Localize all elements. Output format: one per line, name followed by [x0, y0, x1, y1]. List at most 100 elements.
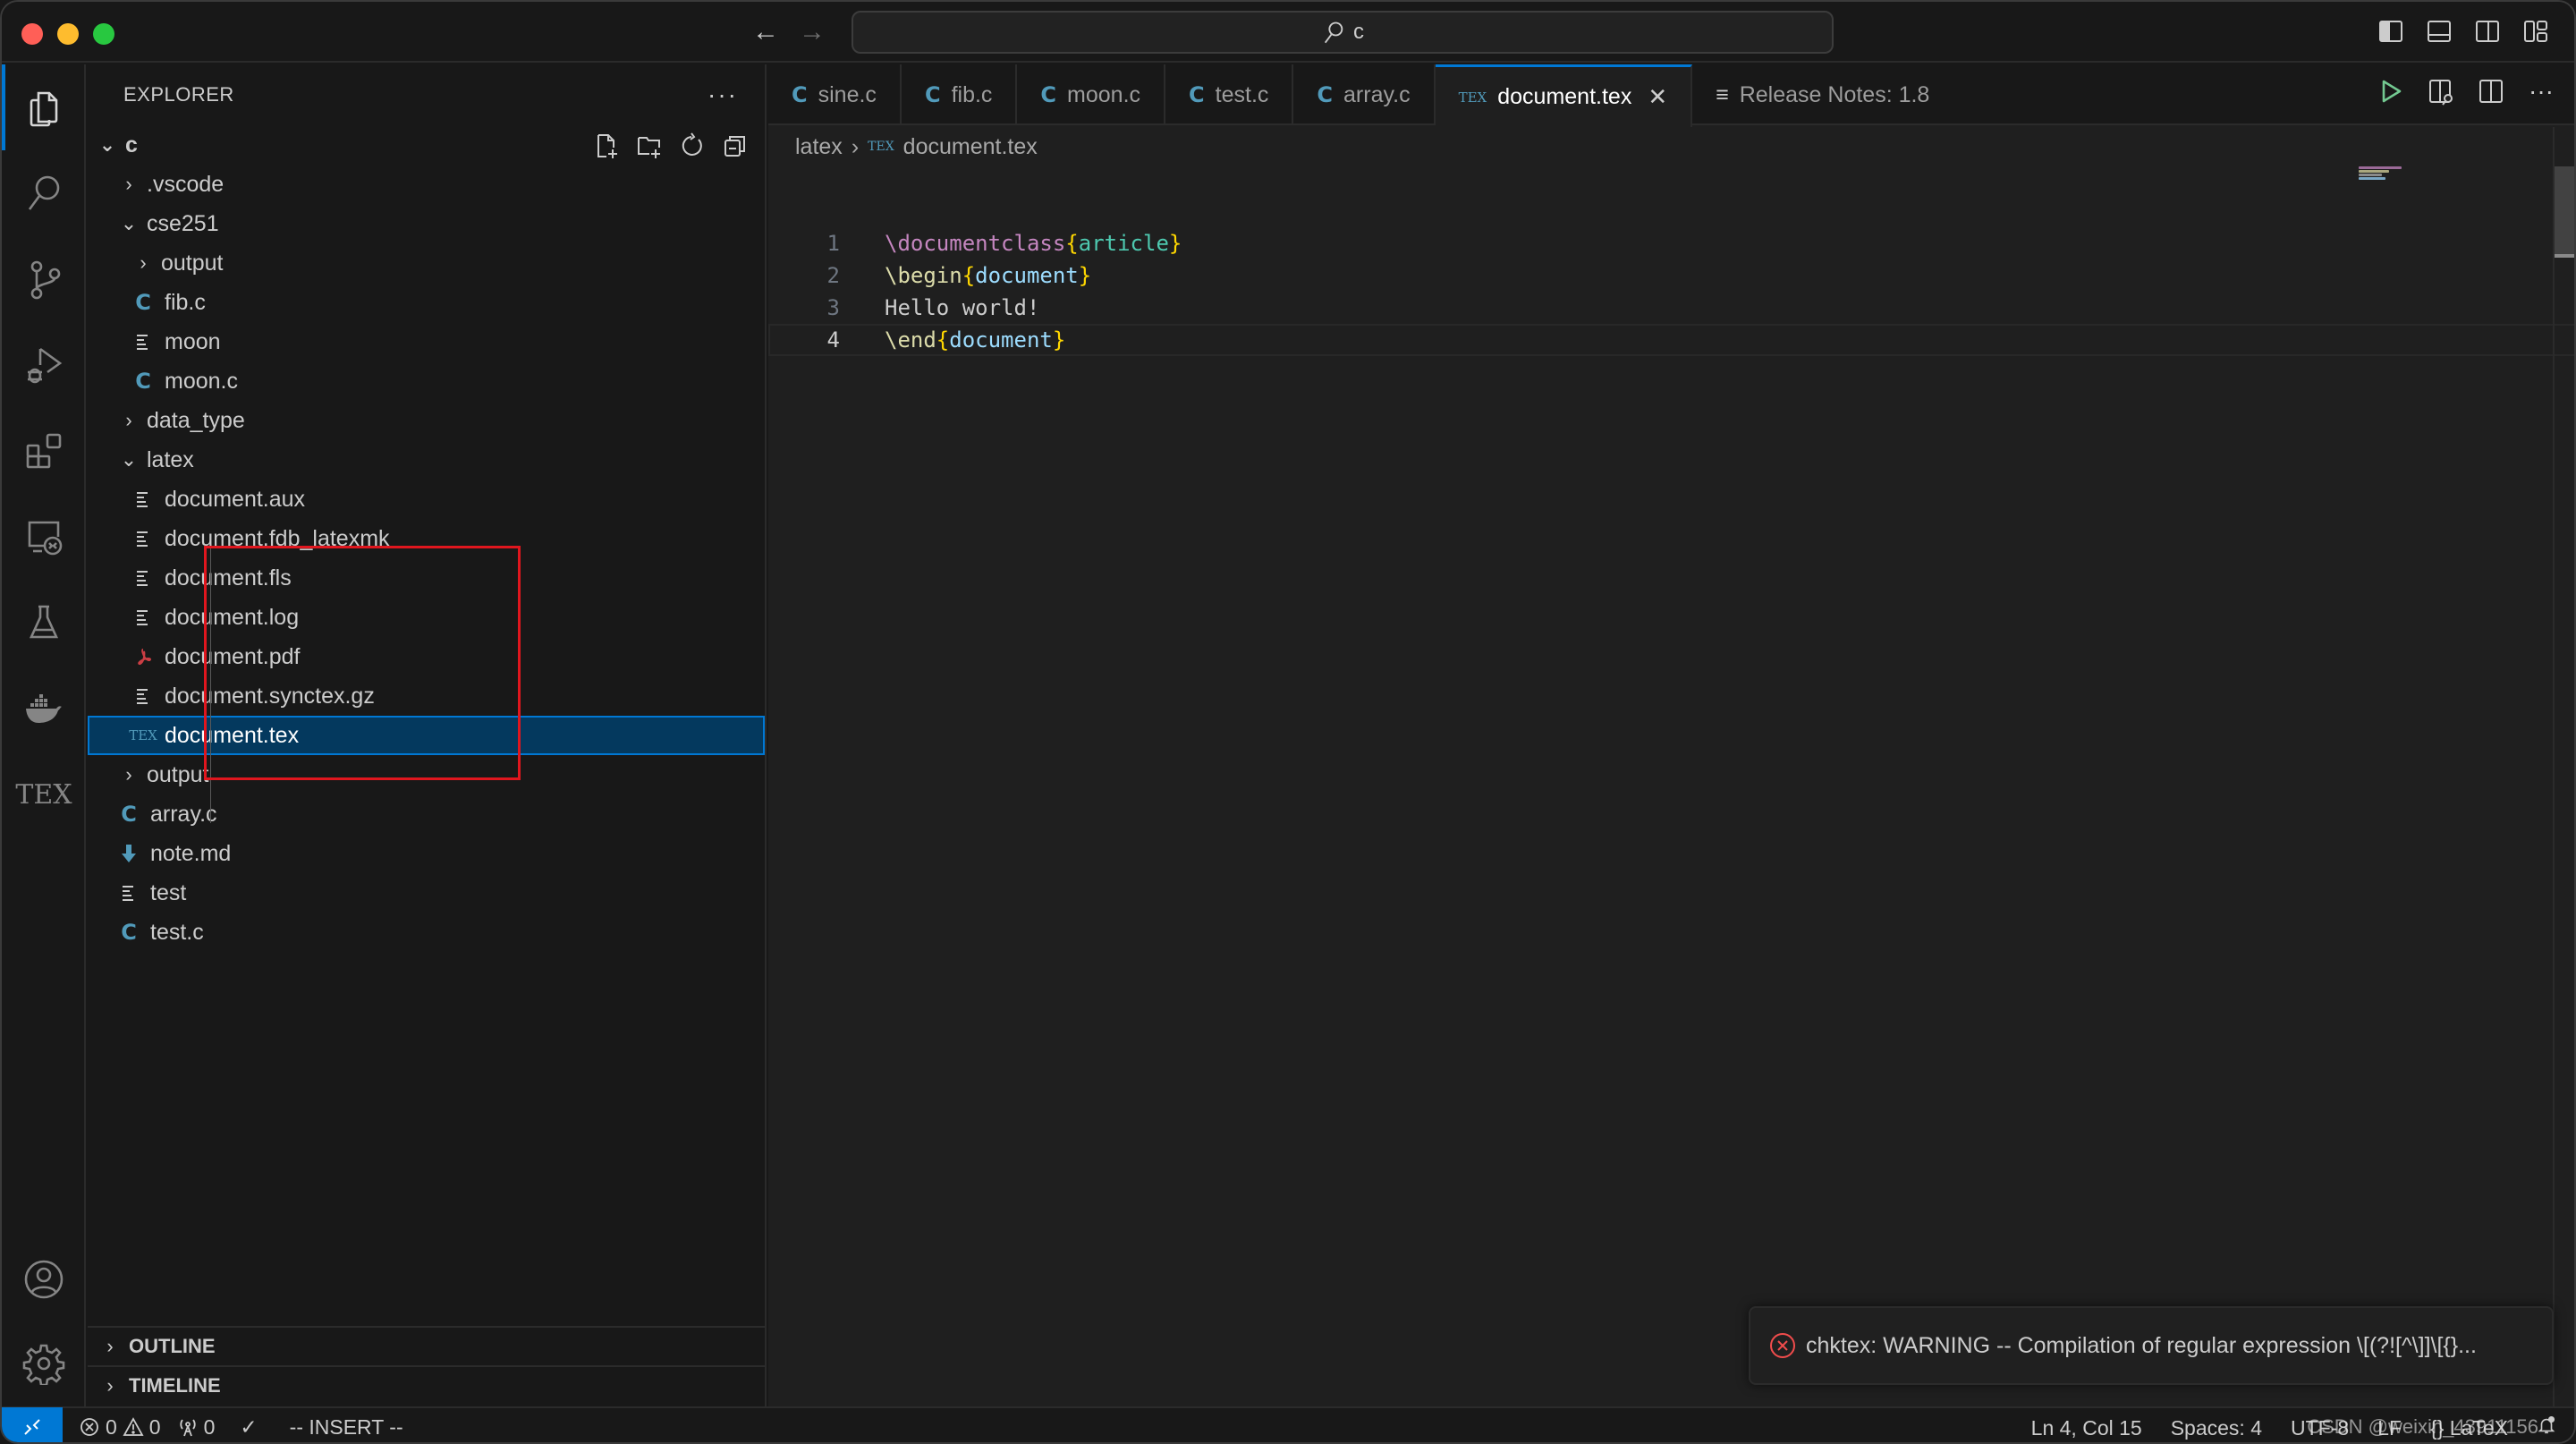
- refresh-icon[interactable]: [679, 132, 706, 159]
- tree-folder[interactable]: › .vscode: [88, 165, 765, 204]
- split-editor-icon[interactable]: [2478, 77, 2504, 106]
- back-arrow-icon[interactable]: ←: [750, 16, 782, 48]
- indentation[interactable]: Spaces: 4: [2171, 1416, 2262, 1440]
- command-center-search[interactable]: c: [852, 11, 1834, 54]
- code-token: {: [962, 263, 976, 288]
- close-tab-icon[interactable]: ✕: [1648, 83, 1667, 111]
- ports-indicator[interactable]: 0: [177, 1415, 215, 1440]
- code-line[interactable]: 1 \documentclass{article}: [768, 227, 2574, 259]
- activity-extensions[interactable]: [2, 408, 86, 494]
- code-token: document: [975, 263, 1079, 288]
- notification-toast[interactable]: chktex: WARNING -- Compilation of regula…: [1749, 1306, 2554, 1385]
- activity-run-debug[interactable]: [2, 322, 86, 408]
- forward-arrow-icon[interactable]: →: [796, 16, 828, 48]
- close-window-button[interactable]: [21, 23, 43, 45]
- remote-indicator[interactable]: [2, 1407, 63, 1442]
- activity-docker[interactable]: [2, 666, 86, 752]
- tree-file[interactable]: TEX document.tex: [88, 716, 765, 755]
- encoding[interactable]: UTF-8: [2291, 1416, 2349, 1440]
- tree-file[interactable]: document.pdf: [88, 637, 765, 676]
- timeline-section[interactable]: › TIMELINE: [88, 1365, 765, 1405]
- collapse-all-icon[interactable]: [722, 132, 749, 159]
- text-file-icon: [132, 333, 154, 351]
- view-pdf-icon[interactable]: [2428, 77, 2454, 106]
- notifications-bell-icon[interactable]: [2537, 1415, 2556, 1440]
- tree-root-c[interactable]: ⌄ c: [88, 125, 765, 165]
- new-file-icon[interactable]: [593, 132, 620, 159]
- tree-folder[interactable]: ⌄ cse251: [88, 204, 765, 243]
- extensions-icon: [26, 433, 62, 469]
- run-debug-icon: [28, 347, 63, 384]
- build-status[interactable]: ✓: [240, 1415, 257, 1440]
- language-mode[interactable]: {} LaTeX: [2430, 1416, 2508, 1440]
- code-line[interactable]: 3 Hello world!: [768, 292, 2574, 324]
- outline-section[interactable]: › OUTLINE: [88, 1326, 765, 1365]
- customize-layout-icon[interactable]: [2522, 18, 2549, 45]
- problems-indicator[interactable]: 0 0: [79, 1415, 161, 1440]
- code-token: Hello world!: [885, 295, 1040, 320]
- end-of-line[interactable]: LF: [2377, 1416, 2402, 1440]
- tree-file[interactable]: moon: [88, 322, 765, 361]
- tree-folder[interactable]: › data_type: [88, 401, 765, 440]
- maximize-window-button[interactable]: [93, 23, 114, 45]
- tree-folder[interactable]: › output: [88, 243, 765, 283]
- activity-accounts[interactable]: [2, 1236, 86, 1322]
- tab-sine-c[interactable]: Csine.c: [768, 64, 902, 125]
- breadcrumb-folder[interactable]: latex: [795, 134, 843, 160]
- tree-file[interactable]: document.fdb_latexmk: [88, 519, 765, 558]
- tree-folder[interactable]: › output: [88, 755, 765, 794]
- tree-item-label: output: [161, 250, 224, 276]
- chevron-right-icon: ›: [140, 251, 147, 274]
- more-actions-icon[interactable]: ···: [2528, 77, 2555, 106]
- tree-file[interactable]: Cfib.c: [88, 283, 765, 322]
- code-line[interactable]: 2 \begin{document}: [768, 259, 2574, 292]
- minimize-window-button[interactable]: [57, 23, 79, 45]
- tab-fib-c[interactable]: Cfib.c: [902, 64, 1018, 125]
- tree-file[interactable]: Cmoon.c: [88, 361, 765, 401]
- line-text: \end{document}: [885, 324, 1065, 356]
- tree-file[interactable]: document.aux: [88, 480, 765, 519]
- tex-icon: TEX: [15, 778, 72, 811]
- markdown-file-icon: [118, 844, 140, 863]
- activity-manage[interactable]: [2, 1321, 86, 1406]
- files-icon: [30, 91, 58, 127]
- activity-source-control[interactable]: [2, 236, 86, 322]
- tree-item-label: document.log: [165, 604, 300, 630]
- code-editor[interactable]: 1 \documentclass{article} 2 \begin{document…: [768, 227, 2574, 356]
- tree-file[interactable]: Carray.c: [88, 794, 765, 834]
- cursor-position[interactable]: Ln 4, Col 15: [2031, 1416, 2142, 1440]
- breadcrumb-file[interactable]: document.tex: [903, 134, 1038, 160]
- toggle-secondary-sidebar-icon[interactable]: [2474, 18, 2501, 45]
- run-icon[interactable]: [2377, 77, 2404, 106]
- activity-explorer[interactable]: [2, 64, 86, 150]
- tree-file[interactable]: document.fls: [88, 558, 765, 598]
- tree-file[interactable]: test: [88, 873, 765, 913]
- activity-remote-explorer[interactable]: [2, 494, 86, 580]
- tab-moon-c[interactable]: Cmoon.c: [1017, 64, 1166, 125]
- vim-mode-label: -- INSERT --: [289, 1414, 403, 1439]
- activity-testing[interactable]: [2, 580, 86, 666]
- minimap[interactable]: [2359, 166, 2403, 184]
- tree-file[interactable]: document.log: [88, 598, 765, 637]
- new-folder-icon[interactable]: [636, 132, 663, 159]
- scrollbar-thumb[interactable]: [2555, 166, 2574, 256]
- tree-file[interactable]: note.md: [88, 834, 765, 873]
- vertical-scrollbar[interactable]: [2553, 127, 2574, 1406]
- tab-document-tex[interactable]: TEX document.tex ✕: [1435, 64, 1693, 127]
- code-line[interactable]: 4 \end{document}: [768, 324, 2574, 356]
- explorer-more-actions-icon[interactable]: ···: [708, 81, 738, 109]
- activity-tex[interactable]: TEX: [2, 752, 86, 837]
- tab-array-c[interactable]: Carray.c: [1293, 64, 1436, 125]
- tree-file[interactable]: Ctest.c: [88, 913, 765, 952]
- error-icon: [80, 1418, 98, 1436]
- tab-release-notes[interactable]: ≡ Release Notes: 1.8: [1692, 64, 1961, 125]
- tree-file[interactable]: document.synctex.gz: [88, 676, 765, 716]
- activity-search[interactable]: [2, 150, 86, 236]
- toggle-primary-sidebar-icon[interactable]: [2377, 18, 2404, 45]
- toggle-panel-icon[interactable]: [2426, 18, 2453, 45]
- tree-item-label: document.tex: [165, 722, 300, 748]
- notification-message: chktex: WARNING -- Compilation of regula…: [1806, 1332, 2477, 1358]
- tab-test-c[interactable]: Ctest.c: [1165, 64, 1294, 125]
- braces-icon: {}: [2430, 1415, 2445, 1440]
- tree-folder[interactable]: ⌄ latex: [88, 440, 765, 480]
